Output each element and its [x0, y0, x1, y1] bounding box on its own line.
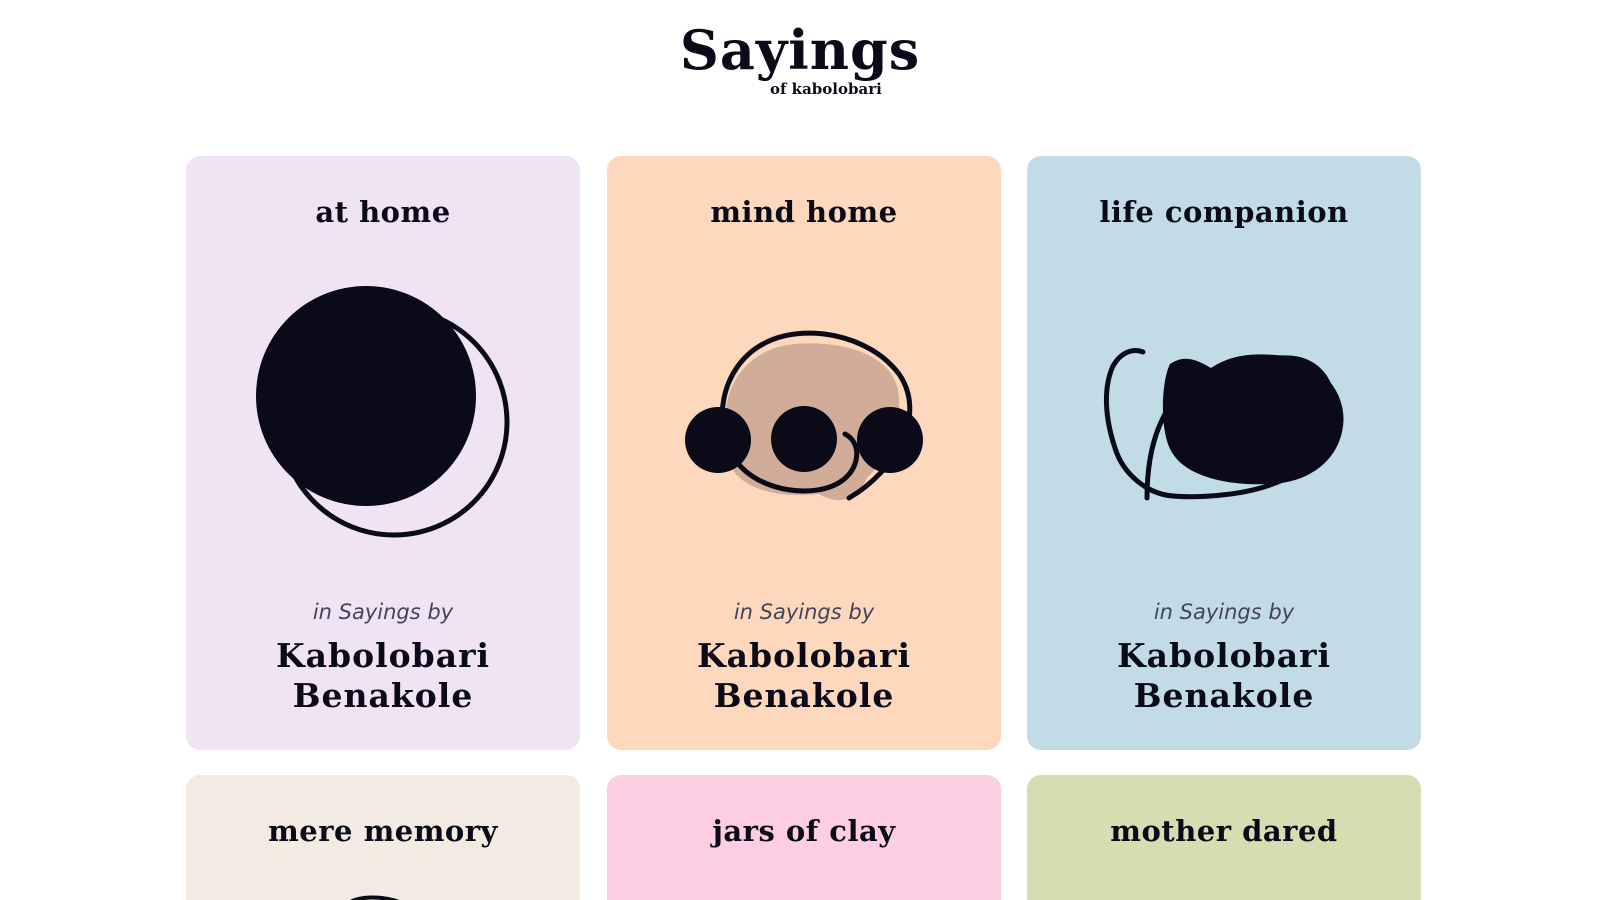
card-author-last: Benakole — [1133, 676, 1315, 715]
card-author: Kabolobari Benakole — [186, 636, 580, 716]
card-mother-dared[interactable]: mother dared — [1027, 775, 1421, 900]
card-author-last: Benakole — [713, 676, 895, 715]
card-jars-of-clay[interactable]: jars of clay — [607, 775, 1001, 900]
site-subtitle: of kabolobari — [770, 80, 882, 98]
card-mere-memory[interactable]: mere memory — [186, 775, 580, 900]
card-title: mere memory — [268, 814, 498, 848]
card-author-first: Kabolobari — [275, 636, 491, 675]
card-author: Kabolobari Benakole — [607, 636, 1001, 716]
card-context: in Sayings by — [733, 600, 875, 624]
bean-blob-icon — [1104, 348, 1344, 501]
three-dots-spiral-icon — [685, 330, 923, 501]
circle-with-ring-icon — [256, 286, 510, 538]
card-title: mother dared — [1110, 814, 1338, 848]
card-context: in Sayings by — [1153, 600, 1295, 624]
card-author-last: Benakole — [292, 676, 474, 715]
card-title: life companion — [1099, 195, 1349, 229]
card-title: jars of clay — [712, 814, 896, 848]
card-title: mind home — [710, 195, 898, 229]
card-at-home[interactable]: at home in Sayings by Kabolobari Benakol… — [186, 156, 580, 750]
site-title[interactable]: Sayings — [0, 18, 1600, 82]
card-context: in Sayings by — [312, 600, 454, 624]
card-title: at home — [315, 195, 451, 229]
card-author-first: Kabolobari — [1116, 636, 1332, 675]
card-life-companion[interactable]: life companion in Sayings by Kabolobari … — [1027, 156, 1421, 750]
card-author-first: Kabolobari — [696, 636, 912, 675]
card-art-partial — [349, 895, 400, 900]
card-author: Kabolobari Benakole — [1027, 636, 1421, 716]
card-mind-home[interactable]: mind home in Sayings by Kabolobari Benak… — [607, 156, 1001, 750]
site-header: Sayings of kabolobari — [0, 0, 1600, 110]
